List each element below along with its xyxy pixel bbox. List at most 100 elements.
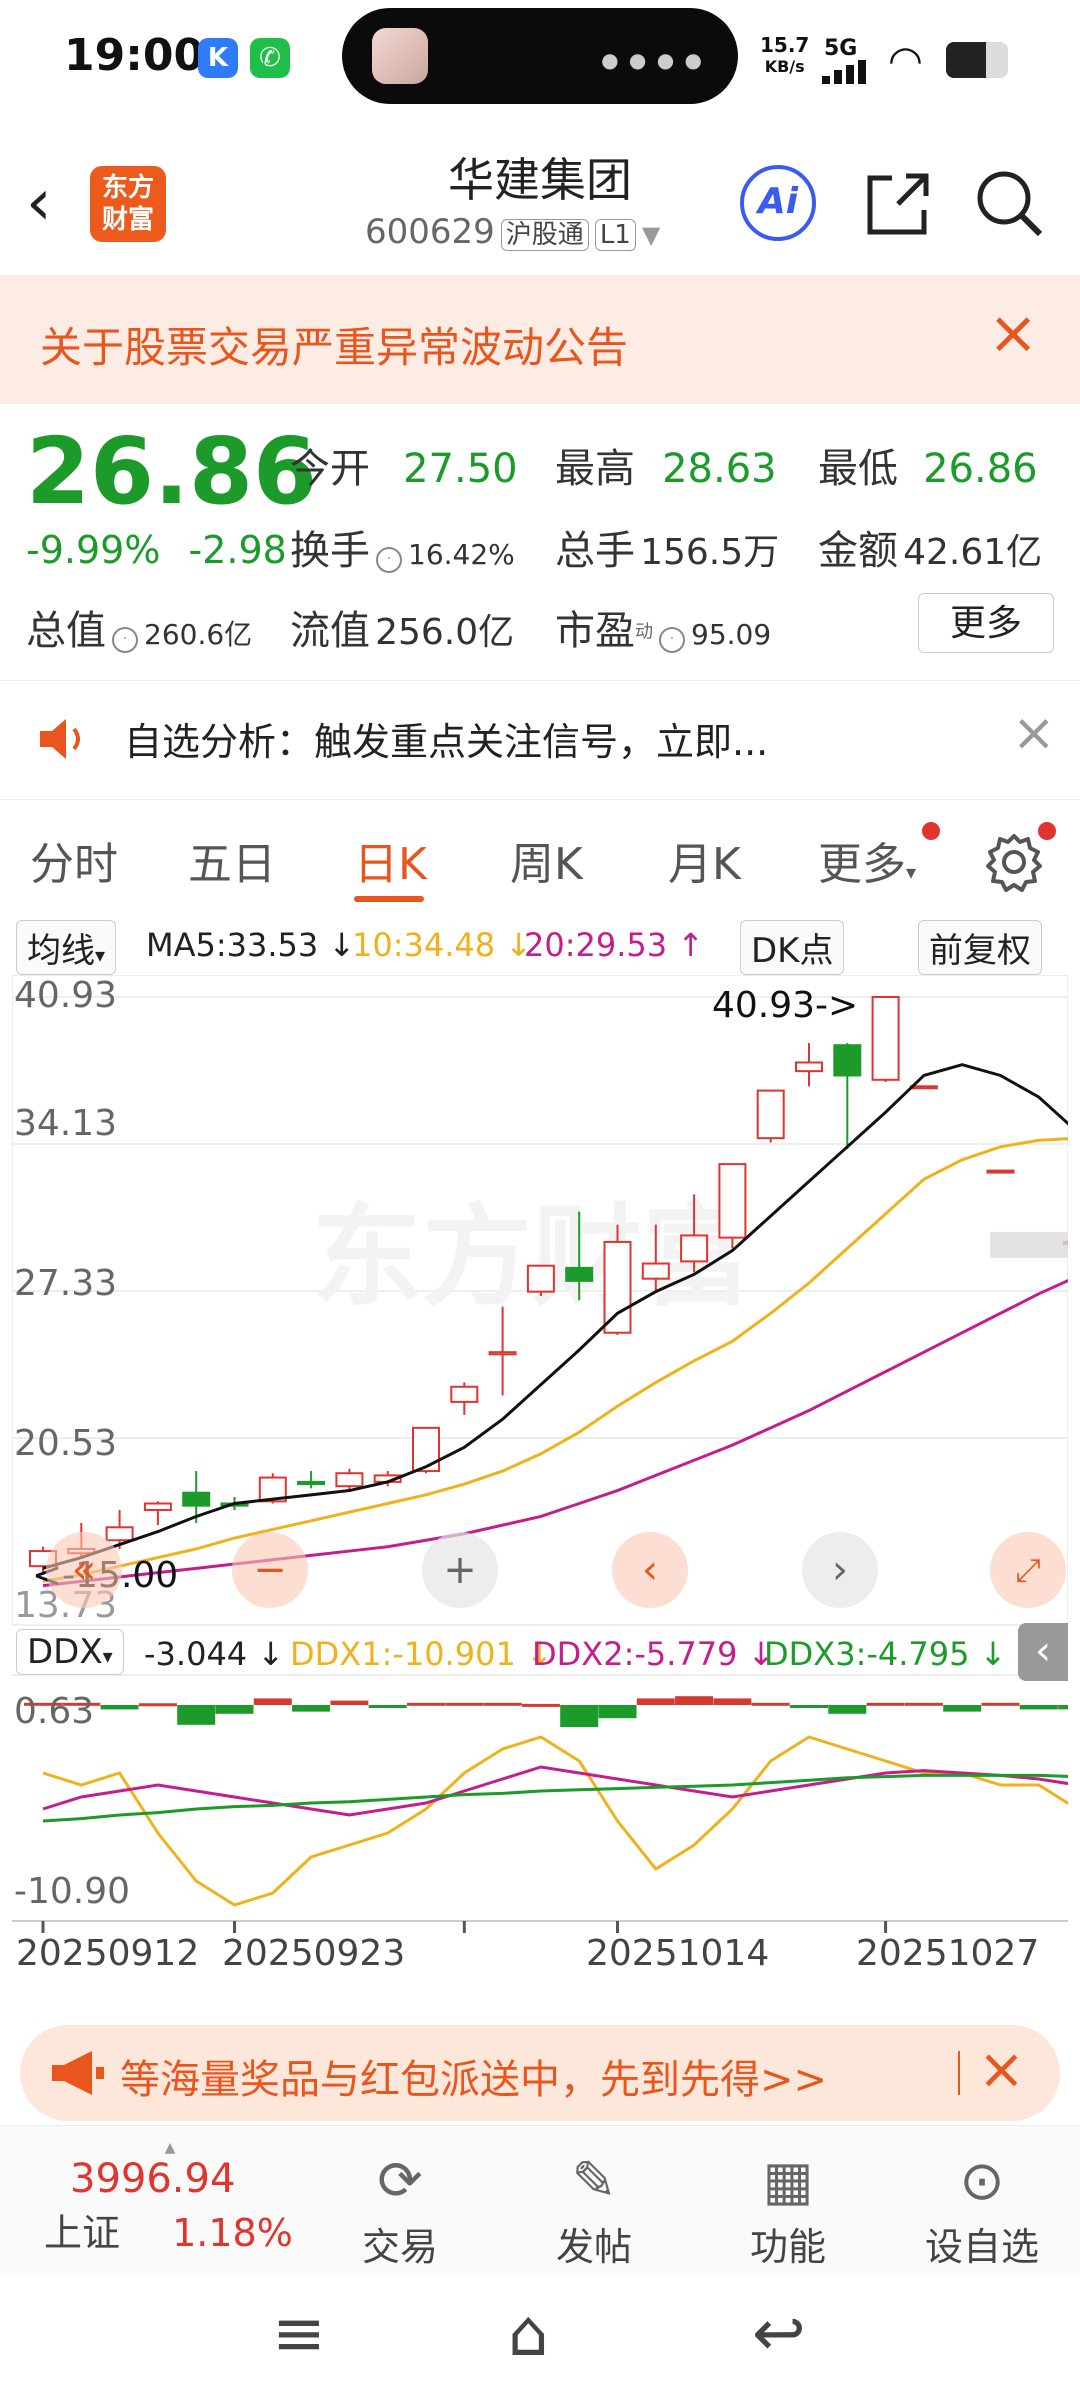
eye-icon[interactable]: ·	[112, 626, 138, 653]
gear-icon[interactable]	[982, 830, 1046, 894]
fullscreen-button[interactable]: ⤢	[990, 1532, 1066, 1608]
stock-header: ‹ 东方 财富 华建集团 600629 沪股通 L1 ▼ Ai	[0, 130, 1080, 276]
change-percent: -9.99%	[26, 528, 161, 572]
tab-daily-k[interactable]: 日K	[354, 828, 427, 892]
ddx-select[interactable]: DDX▾	[16, 1629, 124, 1675]
active-tab-indicator	[354, 896, 424, 902]
wechat-icon: ✆	[250, 38, 290, 78]
menu-icon[interactable]: ≡	[272, 2297, 326, 2371]
ddx2-value: DDX2:-5.779 ↓	[532, 1635, 775, 1673]
ma-select-label: 均线	[27, 931, 95, 971]
dk-point-button[interactable]: DK点	[740, 920, 845, 975]
back-icon[interactable]: ‹	[26, 166, 52, 240]
stock-code-row[interactable]: 600629 沪股通 L1 ▼	[365, 212, 660, 252]
eye-icon[interactable]: ·	[376, 546, 402, 573]
network-type: 5G	[824, 36, 858, 61]
speaker-icon	[40, 719, 80, 759]
tab-more[interactable]: 更多▾	[818, 828, 916, 892]
app-k-icon: K	[198, 38, 238, 78]
turnover-label: 换手	[290, 528, 370, 574]
index-name: 上证	[44, 2211, 121, 2255]
index-quote[interactable]: ▲ 3996.94 上证 1.18%	[40, 2140, 300, 2257]
home-icon[interactable]: ⌂	[508, 2297, 549, 2371]
watchlist-alert[interactable]: 自选分析：触发重点关注信号，立即... ×	[0, 680, 1080, 800]
edit-icon: ✎	[571, 2149, 617, 2212]
low-label: 最低	[818, 446, 898, 492]
close-icon[interactable]: ×	[1012, 703, 1056, 763]
share-icon[interactable]	[862, 168, 934, 240]
promo-banner[interactable]: 等海量奖品与红包派送中，先到先得>> ×	[20, 2025, 1060, 2121]
close-icon[interactable]: ×	[978, 2037, 1025, 2102]
search-icon[interactable]	[974, 168, 1046, 240]
ddx-tick-label: -10.90	[14, 1871, 131, 1912]
announcement-banner[interactable]: 关于股票交易严重异常波动公告 ×	[0, 276, 1080, 404]
y-tick-label: 27.33	[14, 1263, 118, 1304]
volume-label: 总手	[555, 528, 635, 574]
ddx-bar	[751, 1702, 790, 1706]
ddx-bar	[560, 1705, 599, 1727]
ma10-value: 10:34.48 ↓	[352, 926, 533, 964]
candle-body	[986, 1169, 1015, 1174]
signal-icon	[822, 60, 866, 84]
megaphone-icon	[52, 2051, 104, 2095]
tag-hk-connect: 沪股通	[500, 219, 589, 251]
promo-text[interactable]: 等海量奖品与红包派送中，先到先得>>	[120, 2047, 827, 2105]
collapse-panel-button[interactable]: ‹	[1018, 1623, 1068, 1681]
close-icon[interactable]: ×	[988, 298, 1038, 368]
rewind-button[interactable]: «	[46, 1532, 122, 1608]
tab-monthly-k[interactable]: 月K	[668, 828, 741, 892]
tab-intraday[interactable]: 分时	[30, 828, 118, 892]
candle-body	[718, 1163, 747, 1239]
price-marker	[990, 1231, 1068, 1258]
ddx-bar	[100, 1705, 139, 1710]
candle-body	[909, 1085, 938, 1090]
yen-icon: ⟳	[377, 2149, 423, 2212]
post-label: 发帖	[555, 2225, 632, 2269]
ddx-bar	[598, 1705, 637, 1719]
post-button[interactable]: ✎ 发帖	[524, 2146, 664, 2271]
chart-svg: 东方财富	[11, 974, 1080, 1933]
pe-value: 95.09	[691, 618, 772, 651]
tab-weekly-k[interactable]: 周K	[510, 828, 583, 892]
turnover-rate: 换手 · 16.42%	[290, 518, 515, 576]
more-button[interactable]: 更多	[918, 593, 1054, 653]
trade-button[interactable]: ⟳ 交易	[330, 2146, 470, 2271]
net-speed-unit: KB/s	[764, 57, 805, 76]
dropdown-icon: ▾	[95, 943, 106, 967]
period-tabs: 分时 五日 日K 周K 月K 更多▾	[0, 800, 1080, 910]
eye-icon[interactable]: ·	[659, 626, 685, 653]
candle-body	[143, 1502, 172, 1511]
high-value: 28.63	[662, 446, 777, 492]
add-watchlist-button[interactable]: ⊙ 设自选	[912, 2146, 1052, 2271]
ddx-bar	[790, 1705, 828, 1708]
y-tick-label: 34.13	[14, 1103, 118, 1144]
candle-body	[680, 1234, 709, 1263]
ddx-bar	[943, 1705, 982, 1712]
announcement-text[interactable]: 关于股票交易严重异常波动公告	[40, 314, 628, 375]
tab-more-label: 更多	[818, 839, 906, 890]
candle-body	[871, 996, 900, 1081]
candle-body	[833, 1044, 862, 1077]
prev-button[interactable]: ‹	[612, 1532, 688, 1608]
tab-five-day[interactable]: 五日	[188, 828, 276, 892]
alert-text[interactable]: 自选分析：触发重点关注信号，立即...	[124, 711, 768, 766]
features-button[interactable]: ▦ 功能	[718, 2146, 858, 2271]
ddx-bar	[981, 1702, 1020, 1706]
adjust-button[interactable]: 前复权	[918, 920, 1042, 975]
next-button[interactable]: ›	[802, 1532, 878, 1608]
low-price: 最低 26.86	[818, 436, 1038, 494]
back-nav-icon[interactable]: ↩	[752, 2297, 806, 2371]
stock-code: 600629	[365, 212, 495, 252]
zoom-out-button[interactable]: −	[232, 1532, 308, 1608]
total-volume: 总手 156.5万	[555, 518, 779, 576]
candle-body	[795, 1061, 823, 1073]
y-tick-label: 20.53	[14, 1423, 118, 1464]
ai-button[interactable]: Ai	[740, 165, 816, 241]
more-circle-icon: ⊙	[959, 2149, 1005, 2212]
features-label: 功能	[749, 2225, 826, 2269]
ma-select[interactable]: 均线▾	[16, 920, 117, 975]
high-label: 最高	[555, 446, 635, 492]
kline-chart[interactable]: 东方财富 40.93 34.13 27.33 20.53 13.73 40.93…	[11, 974, 1080, 2005]
ddx-bar	[138, 1703, 177, 1707]
zoom-in-button[interactable]: +	[422, 1532, 498, 1608]
